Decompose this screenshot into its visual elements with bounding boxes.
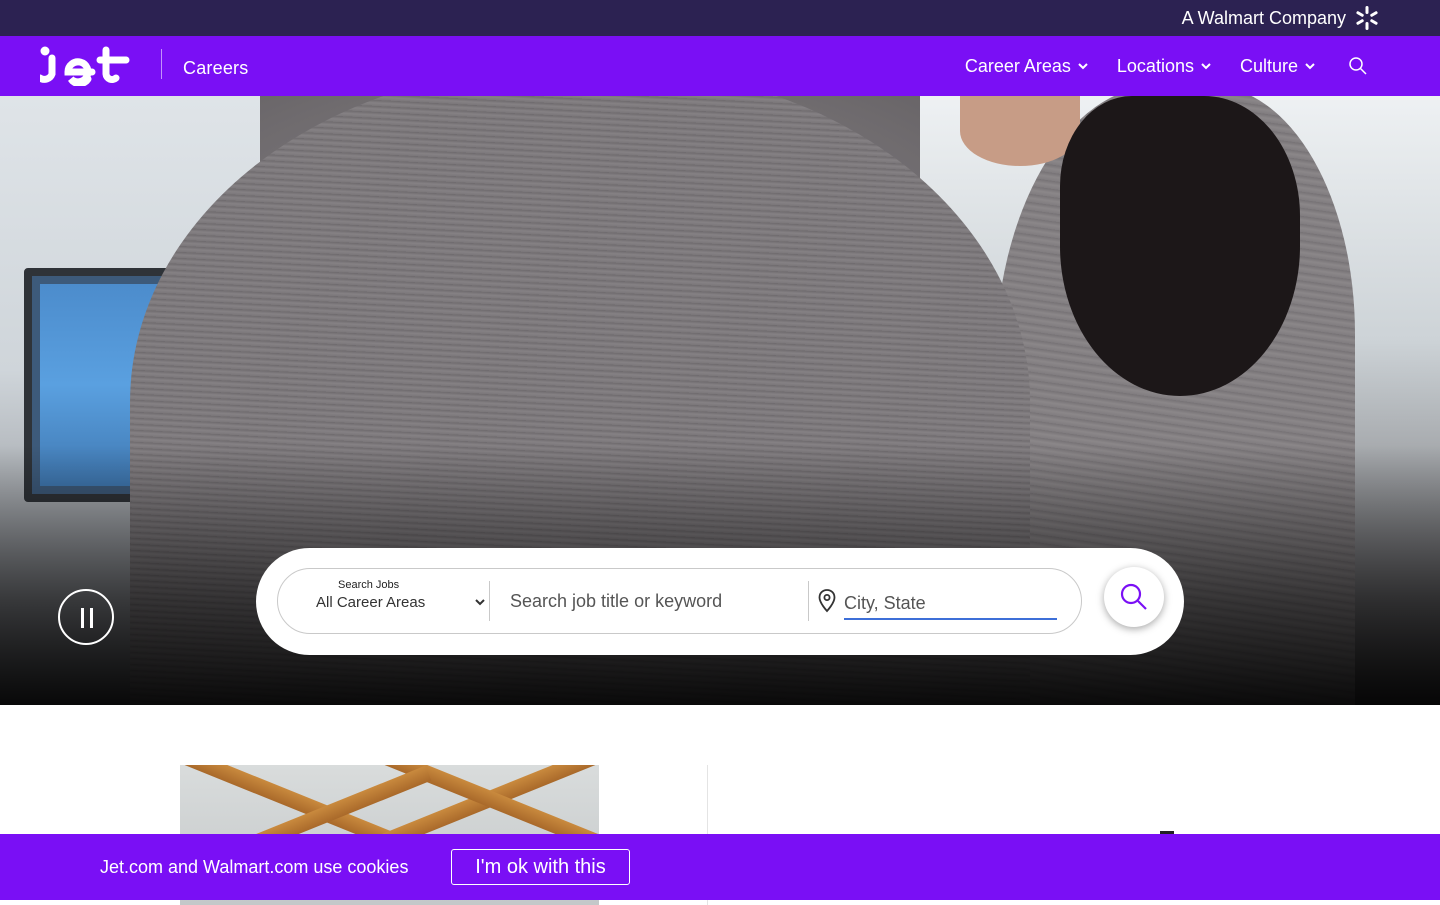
nav-item-career-areas[interactable]: Career Areas: [965, 56, 1089, 77]
nav-item-label: Locations: [1116, 55, 1194, 76]
search-icon: [1120, 583, 1147, 610]
career-area-select[interactable]: All Career Areas: [316, 589, 486, 615]
location-pin-icon: [818, 589, 836, 613]
cookie-banner: Jet.com and Walmart.com use cookies I'm …: [0, 834, 1440, 900]
chevron-down-icon: [475, 599, 485, 606]
nav-menu: Career Areas Locations Culture: [965, 36, 1368, 96]
nav-item-culture[interactable]: Culture: [1240, 56, 1316, 77]
nav-item-label: Career Areas: [964, 55, 1071, 76]
cookie-text: Jet.com and Walmart.com use cookies: [100, 857, 409, 877]
walmart-banner: A Walmart Company: [0, 0, 1440, 36]
chevron-down-icon: [1305, 63, 1315, 70]
field-divider: [808, 581, 809, 621]
nav-divider: [161, 49, 162, 79]
main-nav: Careers Career Areas Locations Culture: [0, 36, 1440, 96]
chevron-down-icon: [1078, 63, 1088, 70]
jet-logo[interactable]: [40, 46, 132, 86]
walmart-spark-icon: [1356, 6, 1378, 30]
career-area-value: All Career Areas: [316, 593, 426, 611]
job-search-form: Search Jobs All Career Areas: [277, 568, 1082, 634]
search-icon[interactable]: [1348, 56, 1368, 76]
hero-video: Search Jobs All Career Areas: [0, 96, 1440, 705]
hero-hair: [1060, 96, 1300, 396]
location-input[interactable]: [844, 588, 1057, 620]
nav-item-label: Culture: [1239, 55, 1298, 76]
careers-title[interactable]: Careers: [183, 58, 248, 79]
hero-face: [960, 96, 1080, 166]
field-divider: [489, 581, 490, 621]
keyword-input[interactable]: [510, 586, 800, 616]
job-search-card: Search Jobs All Career Areas: [256, 548, 1184, 655]
nav-item-locations[interactable]: Locations: [1117, 56, 1212, 77]
walmart-company-link[interactable]: A Walmart Company: [1182, 0, 1380, 36]
pause-video-button[interactable]: [58, 589, 114, 645]
search-submit-button[interactable]: [1104, 567, 1164, 627]
walmart-company-text: A Walmart Company: [1181, 7, 1346, 28]
accept-cookies-button[interactable]: I'm ok with this: [451, 849, 630, 885]
chevron-down-icon: [1201, 63, 1211, 70]
